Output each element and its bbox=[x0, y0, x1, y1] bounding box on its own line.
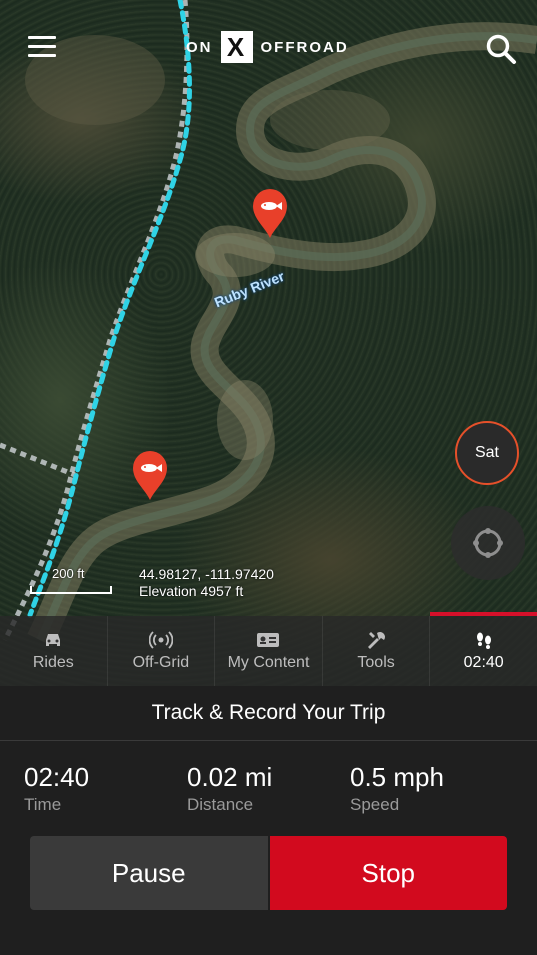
crosshair-icon bbox=[473, 528, 503, 558]
stat-value: 02:40 bbox=[24, 762, 90, 792]
locate-button[interactable] bbox=[451, 506, 525, 580]
coordinates-text: 44.98127, -111.97420 bbox=[139, 566, 274, 582]
tracker-controls: Pause Stop bbox=[30, 836, 507, 910]
stat-distance: 0.02 mi Distance bbox=[187, 762, 272, 815]
car-icon bbox=[43, 630, 63, 650]
tracker-title: Track & Record Your Trip bbox=[0, 686, 537, 741]
map-layer-button[interactable]: Sat bbox=[455, 421, 519, 485]
tab-off-grid[interactable]: Off-Grid bbox=[108, 616, 216, 686]
scale-bar bbox=[30, 586, 112, 594]
stat-speed: 0.5 mph Speed bbox=[350, 762, 444, 815]
stat-value: 0.02 mi bbox=[187, 762, 273, 792]
stat-time: 02:40 Time bbox=[24, 762, 89, 815]
stat-label: Time bbox=[24, 795, 62, 814]
logo-on: ON bbox=[186, 38, 213, 56]
tools-icon bbox=[365, 630, 387, 650]
tab-label: Off-Grid bbox=[132, 654, 190, 671]
tab-my-content[interactable]: My Content bbox=[215, 616, 323, 686]
id-card-icon bbox=[256, 630, 280, 650]
stat-label: Distance bbox=[187, 795, 254, 814]
signal-icon bbox=[148, 630, 173, 650]
tab-rides[interactable]: Rides bbox=[0, 616, 108, 686]
tab-label: Tools bbox=[357, 654, 395, 671]
coordinates-readout: 44.98127, -111.97420 Elevation 4957 ft bbox=[139, 566, 274, 600]
scale-label: 200 ft bbox=[52, 566, 85, 581]
bottom-tab-bar: Rides Off-Grid My Content Tools 02:40 bbox=[0, 616, 537, 686]
onx-offroad-logo: ON X OFFROAD bbox=[186, 30, 349, 64]
pause-button[interactable]: Pause bbox=[30, 836, 268, 910]
hamburger-menu-icon[interactable] bbox=[28, 36, 56, 58]
tab-label: Rides bbox=[32, 654, 74, 671]
tab-label: My Content bbox=[227, 654, 310, 671]
stat-label: Speed bbox=[350, 795, 400, 814]
top-bar: ON X OFFROAD bbox=[0, 0, 537, 96]
trip-tracker-panel: Track & Record Your Trip 02:40 Time 0.02… bbox=[0, 686, 537, 955]
search-icon[interactable] bbox=[485, 33, 517, 65]
elevation-text: Elevation 4957 ft bbox=[139, 583, 244, 599]
tab-tools[interactable]: Tools bbox=[323, 616, 431, 686]
logo-x-mark: X bbox=[220, 31, 253, 63]
fishing-pin-icon[interactable] bbox=[131, 449, 169, 501]
map-view[interactable]: ON X OFFROAD Ruby River Sat 200 ft 44.98… bbox=[0, 0, 537, 686]
tab-track-timer[interactable]: 02:40 bbox=[430, 616, 537, 686]
logo-offroad: OFFROAD bbox=[260, 38, 349, 56]
stop-button[interactable]: Stop bbox=[269, 836, 507, 910]
fishing-pin-icon[interactable] bbox=[251, 187, 289, 239]
tab-label: 02:40 bbox=[463, 654, 504, 671]
footprints-icon bbox=[473, 630, 495, 650]
stat-value: 0.5 mph bbox=[350, 762, 444, 792]
